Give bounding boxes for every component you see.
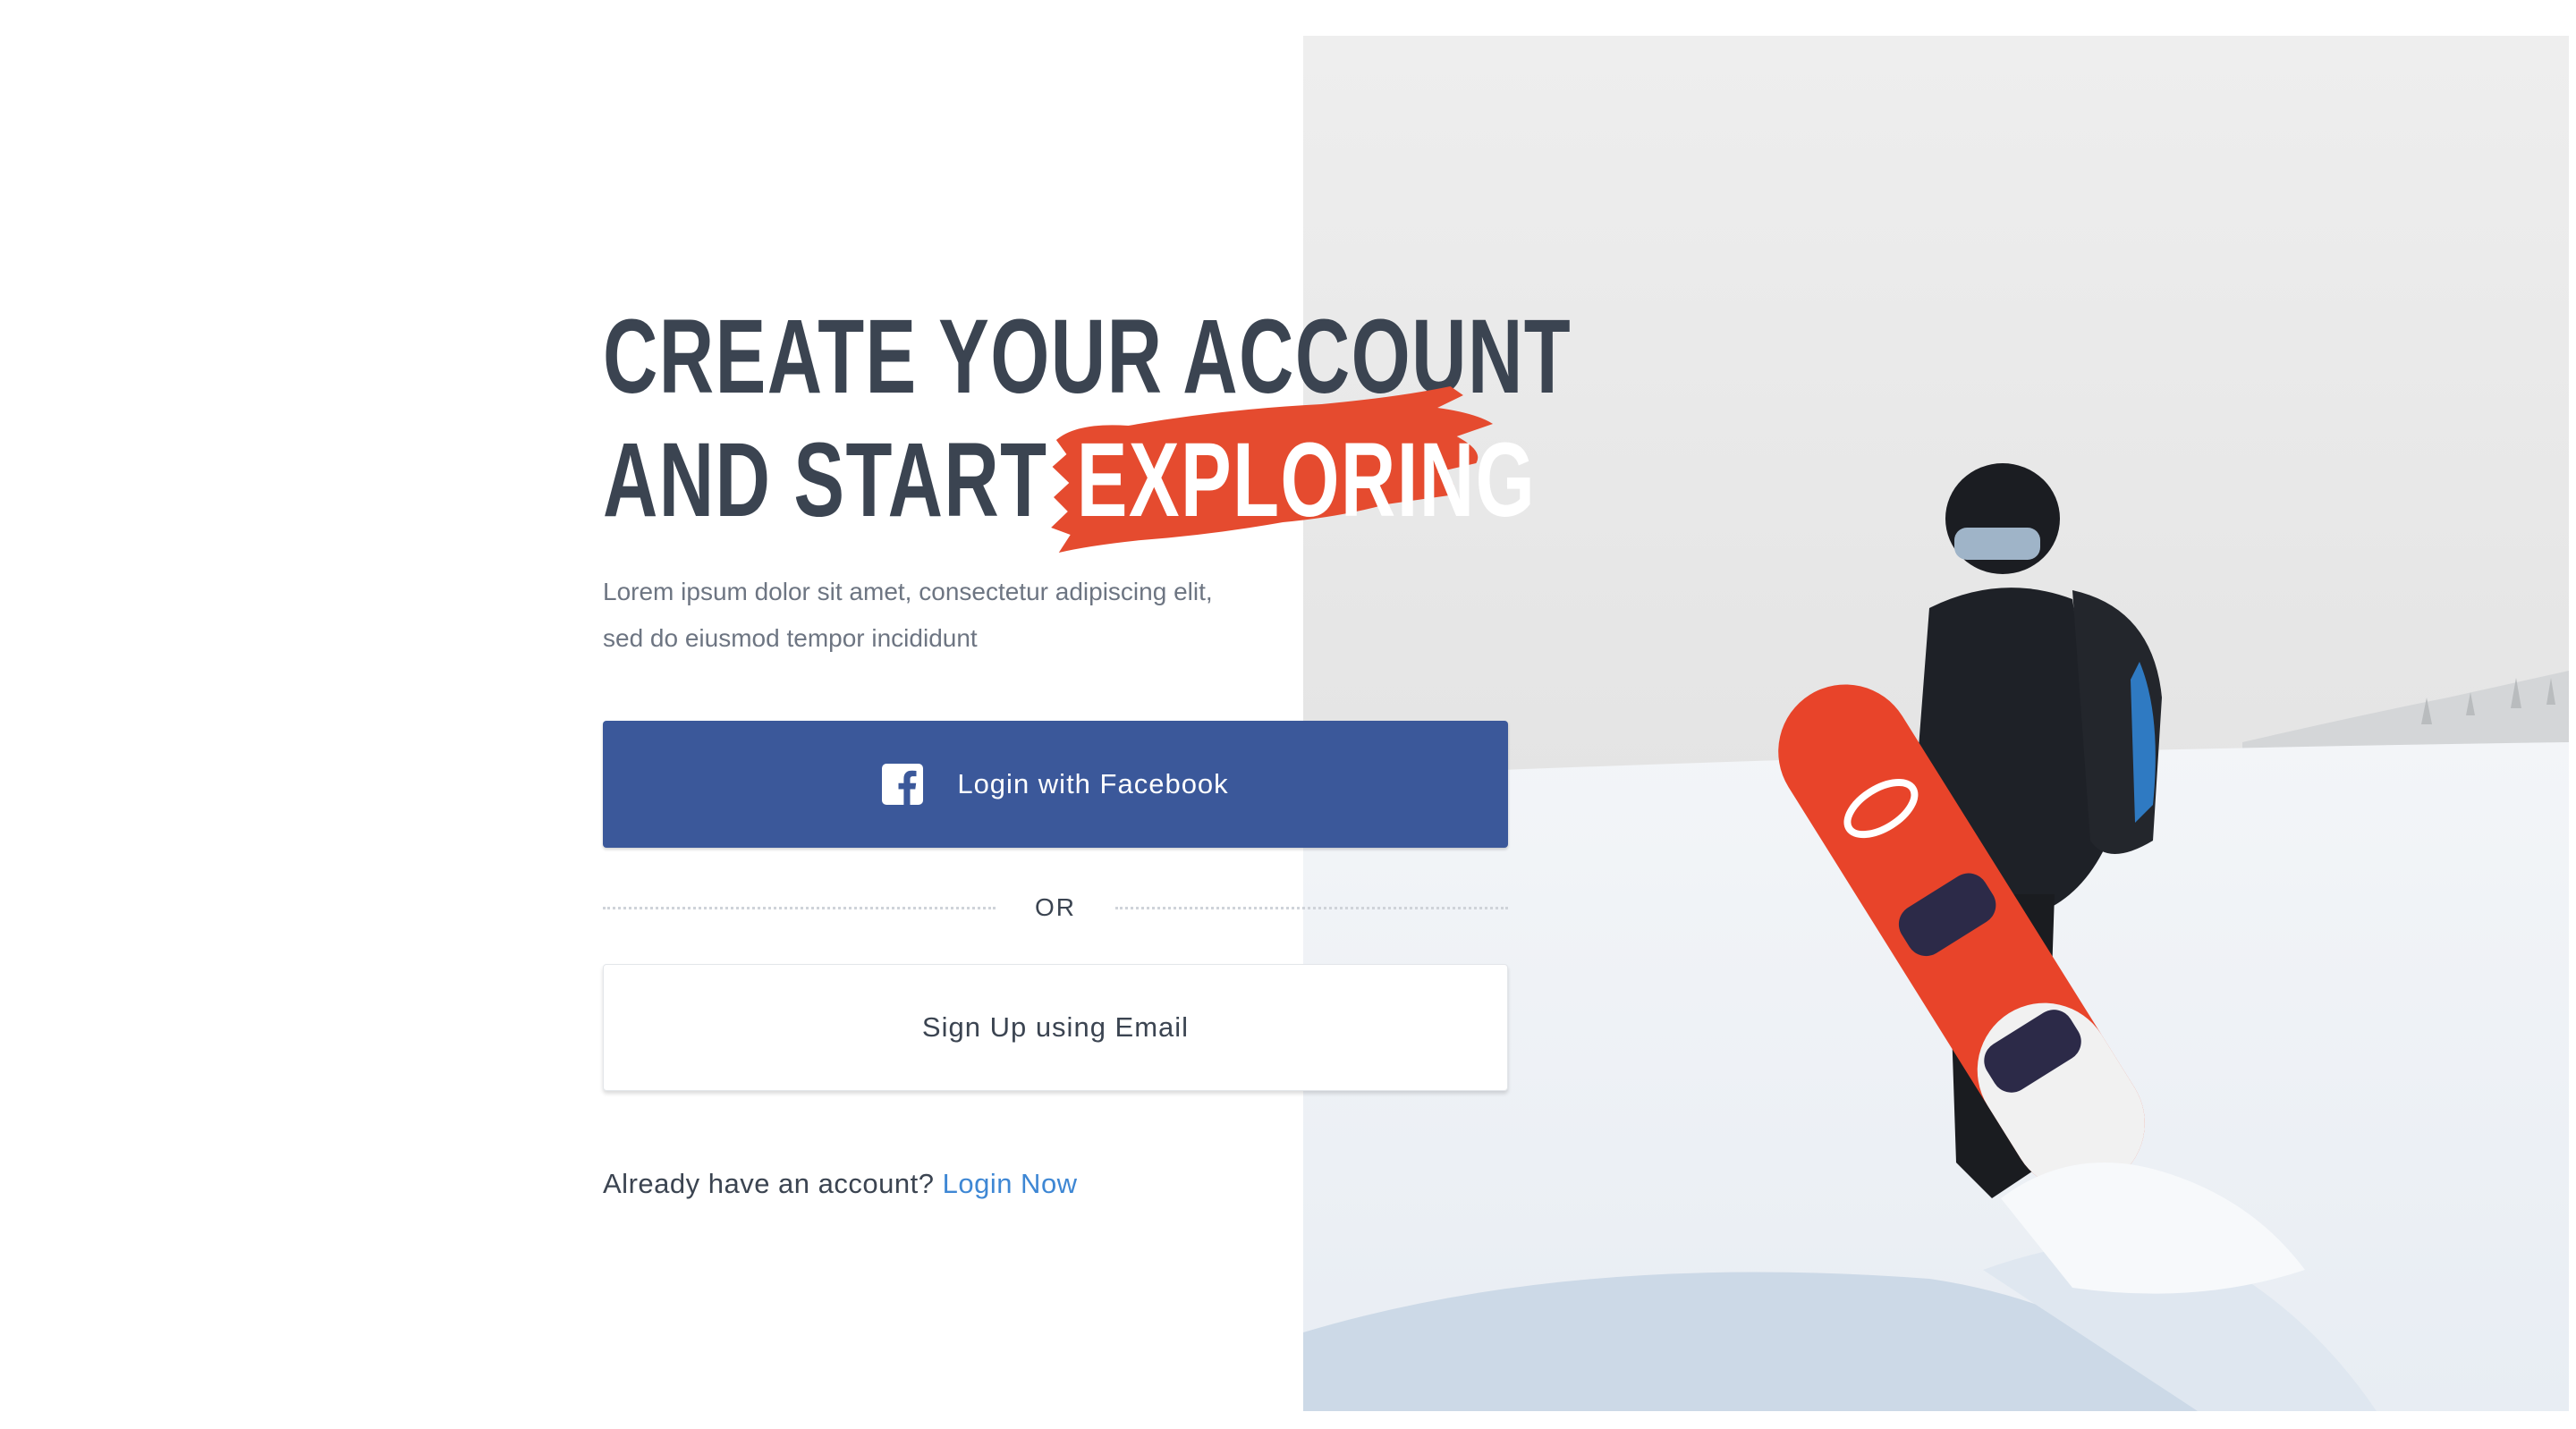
divider-line-right [1115,906,1508,909]
login-prompt: Already have an account? Login Now [603,1168,1508,1200]
title-accent-wrap: EXPLORING [1050,386,1537,553]
email-button-label: Sign Up using Email [921,1011,1190,1043]
signup-email-button[interactable]: Sign Up using Email [603,964,1508,1091]
signup-panel: CREATE YOUR ACCOUNT AND START EXPLORING … [603,295,1571,1200]
title-accent: EXPLORING [1076,421,1537,539]
page-description: Lorem ipsum dolor sit amet, consectetur … [603,578,1213,652]
signup-page: CREATE YOUR ACCOUNT AND START EXPLORING … [0,0,2576,1429]
facebook-icon [882,764,924,805]
divider-line-left [603,906,996,909]
title-line-2: AND START EXPLORING [603,386,1535,553]
facebook-button-label: Login with Facebook [957,768,1229,799]
divider-label: OR [1035,893,1076,921]
login-with-facebook-button[interactable]: Login with Facebook [603,721,1508,848]
login-prompt-text: Already have an account? [603,1168,935,1199]
login-now-link[interactable]: Login Now [943,1168,1078,1199]
or-divider: OR [603,884,1508,932]
page-title: CREATE YOUR ACCOUNT AND START EXPLORING [603,295,1571,553]
title-line-2-text: AND START [603,421,1048,539]
